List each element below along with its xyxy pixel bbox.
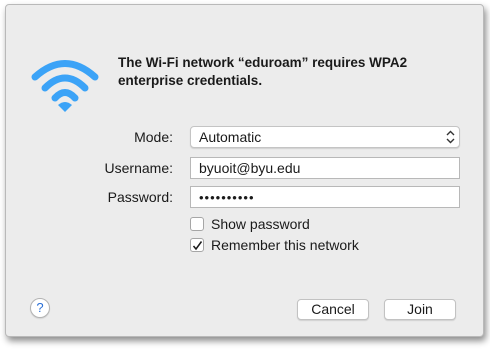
help-button[interactable]: ? (30, 298, 50, 318)
checkmark-icon (192, 241, 203, 251)
username-field[interactable]: byuoit@byu.edu (190, 157, 460, 179)
username-label: Username: (104, 160, 173, 176)
remember-network-label: Remember this network (211, 237, 359, 253)
show-password-label: Show password (211, 216, 310, 232)
wifi-icon (31, 60, 99, 112)
username-value: byuoit@byu.edu (199, 160, 301, 176)
show-password-checkbox[interactable] (190, 217, 204, 231)
password-field[interactable]: •••••••••• (190, 186, 460, 208)
remember-network-checkbox[interactable] (190, 238, 204, 252)
up-down-chevron-icon (446, 130, 455, 144)
cancel-button[interactable]: Cancel (297, 299, 369, 320)
mode-label: Mode: (134, 129, 173, 145)
password-value: •••••••••• (199, 190, 255, 205)
mode-select-value: Automatic (199, 129, 262, 145)
wifi-credentials-dialog: The Wi-Fi network “eduroam” requires WPA… (5, 4, 484, 337)
mode-select[interactable]: Automatic (190, 126, 460, 148)
password-label: Password: (107, 189, 173, 205)
dialog-message: The Wi-Fi network “eduroam” requires WPA… (118, 55, 408, 88)
join-button[interactable]: Join (384, 299, 456, 320)
